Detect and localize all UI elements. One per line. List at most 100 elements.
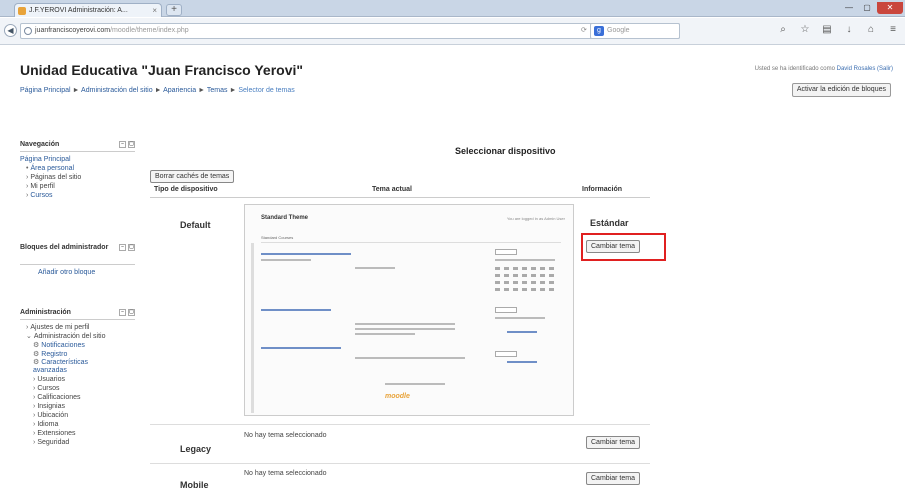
row-divider [150,463,650,464]
preview-text [355,323,455,325]
admin-item-security[interactable]: › Seguridad [20,438,135,447]
admin-item-plugins[interactable]: › Extensiones [20,429,135,438]
theme-preview-image: Standard Theme You are logged in as Admi… [244,204,574,416]
reset-theme-caches-button[interactable]: Borrar cachés de temas [150,170,235,183]
admin-item-label: Calificaciones [37,394,81,401]
admin-item-language[interactable]: › Idioma [20,420,135,429]
column-header-device: Tipo de dispositivo [154,186,218,193]
dock-icon[interactable]: – [119,141,126,148]
preview-link [507,331,537,333]
search-placeholder: Google [607,27,630,34]
collapse-icon[interactable]: ▢ [128,309,135,316]
preview-login: You are logged in as Admin User [506,216,565,221]
breadcrumb-themes[interactable]: Temas [207,87,228,94]
nav-item-courses[interactable]: › Cursos [20,191,135,200]
preview-cal-cell [495,288,500,291]
favicon-icon [18,7,26,15]
nav-item-dashboard[interactable]: • Área personal [20,164,135,173]
admin-item-site-admin[interactable]: ⌄ Administración del sitio [20,332,135,341]
preview-text [355,328,455,330]
device-legacy: Legacy [180,444,212,454]
chevron-right-icon: › [33,421,36,428]
breadcrumb-separator: ► [154,87,162,94]
add-block-link[interactable]: Añadir otro bloque [20,268,135,277]
nav-item-profile[interactable]: › Mi perfil [20,182,135,191]
administration-block-header: Administración – ▢ [20,306,135,320]
breadcrumb-separator: ► [229,87,237,94]
preview-crumb: Standard Courses [261,235,561,243]
admin-item-registration[interactable]: ⚙ Registro [20,350,135,359]
administration-block: Administración – ▢ › Ajustes de mi perfil … [20,306,135,447]
chevron-down-icon: ⌄ [26,333,32,340]
preview-cal-cell [549,274,554,277]
breadcrumb-appearance[interactable]: Apariencia [163,87,196,94]
close-window-icon[interactable]: ✕ [877,2,903,14]
minimize-icon[interactable]: — [841,2,857,14]
preview-text [355,333,415,335]
admin-item-notifications[interactable]: ⚙ Notificaciones [20,341,135,350]
legacy-no-theme: No hay tema seleccionado [244,432,327,439]
admin-blocks-header: Bloques del administrador – ▢ [20,241,135,265]
maximize-icon[interactable]: ▢ [859,2,875,14]
admin-item-profile-settings[interactable]: › Ajustes de mi perfil [20,323,135,332]
admin-item-users[interactable]: › Usuarios [20,375,135,384]
preview-cal-cell [531,281,536,284]
nav-item-home[interactable]: Página Principal [20,155,135,164]
search-input[interactable]: g Google [590,23,680,39]
admin-item-label: Características avanzadas [33,359,88,374]
preview-calendar [495,249,565,307]
new-tab-button[interactable]: + [166,4,182,16]
preview-link [261,347,341,349]
tab-title: J.F.YEROVI Administración: A... [29,7,128,14]
close-tab-icon[interactable]: × [152,4,157,17]
chevron-right-icon: › [26,324,29,331]
url-host: juanfranciscoyerovi.com [35,27,111,34]
menu-icon[interactable]: ≡ [887,24,899,36]
edit-blocks-button[interactable]: Activar la edición de bloques [791,83,891,97]
browser-toolbar-icons: ⌕ ☆ ▤ ↓ ⌂ ≡ [777,24,899,36]
admin-item-label: Registro [41,351,68,358]
preview-cal-cell [513,267,518,270]
bookmark-icon[interactable]: ▤ [821,24,833,36]
preview-logo: moodle [385,393,410,400]
admin-item-badges[interactable]: › Insignias [20,402,135,411]
breadcrumb-theme-selector[interactable]: Selector de temas [238,87,294,94]
preview-text [355,267,395,269]
back-arrow-icon[interactable]: ◀ [4,24,17,37]
admin-item-courses[interactable]: › Cursos [20,384,135,393]
nav-item-site-pages[interactable]: › Páginas del sitio [20,173,135,182]
browser-tab[interactable]: J.F.YEROVI Administración: A... × [14,3,162,17]
dock-icon[interactable]: – [119,309,126,316]
admin-item-advanced-features[interactable]: ⚙ Características avanzadas [20,359,120,375]
reload-icon[interactable]: ⟳ [581,24,587,38]
collapse-icon[interactable]: ▢ [128,141,135,148]
preview-title: Standard Theme [261,215,309,221]
star-icon[interactable]: ☆ [799,24,811,36]
breadcrumb-admin[interactable]: Administración del sitio [81,87,153,94]
collapse-icon[interactable]: ▢ [128,244,135,251]
preview-cal-cell [495,267,500,270]
admin-item-grades[interactable]: › Calificaciones [20,393,135,402]
admin-item-location[interactable]: › Ubicación [20,411,135,420]
preview-cal-cell [504,281,509,284]
search-icon[interactable]: ⌕ [777,24,789,36]
admin-item-label: Ajustes de mi perfil [30,324,90,331]
column-header-info: Información [582,186,623,193]
admin-blocks-title: Bloques del administrador [20,244,109,251]
change-theme-button-legacy[interactable]: Cambiar tema [586,436,640,449]
dock-icon[interactable]: – [119,244,126,251]
device-mobile: Mobile [180,480,209,489]
chevron-right-icon: › [33,376,36,383]
preview-cal-cell [504,274,509,277]
login-user-link[interactable]: David Rosales (Salir) [837,66,893,72]
admin-item-label: Notificaciones [41,342,85,349]
navigation-block-header: Navegación – ▢ [20,138,135,152]
home-icon[interactable]: ⌂ [865,24,877,36]
breadcrumb-home[interactable]: Página Principal [20,87,71,94]
address-bar[interactable]: juanfranciscoyerovi.com/moodle/theme/ind… [20,23,680,39]
preview-dropdown [495,249,517,255]
change-theme-button-mobile[interactable]: Cambiar tema [586,472,640,485]
preview-text [355,357,465,359]
chevron-right-icon: › [33,385,36,392]
download-icon[interactable]: ↓ [843,24,855,36]
